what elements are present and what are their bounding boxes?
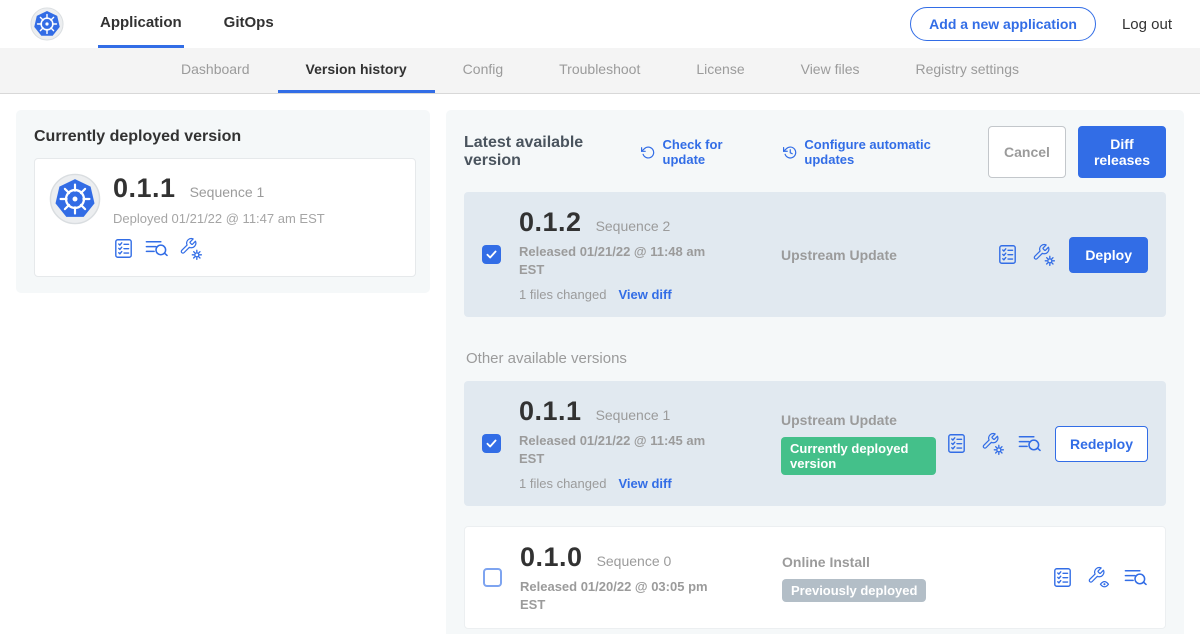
add-new-application-button[interactable]: Add a new application: [910, 7, 1096, 41]
files-changed-label: 1 files changed: [519, 476, 606, 491]
view-config-wrench-eye-icon[interactable]: [1087, 566, 1110, 589]
version-row-0-1-2: 0.1.2 Sequence 2 Released 01/21/22 @ 11:…: [464, 192, 1166, 317]
tab-license[interactable]: License: [668, 48, 772, 93]
latest-version-title: Latest available version: [464, 134, 619, 170]
released-timestamp: Released 01/21/22 @ 11:45 am EST: [519, 432, 711, 467]
preflight-results-icon[interactable]: [1018, 432, 1041, 455]
logout-link[interactable]: Log out: [1122, 16, 1172, 33]
version-actions: [1042, 566, 1147, 589]
kubernetes-app-icon: [49, 173, 101, 225]
view-diff-link[interactable]: View diff: [618, 476, 671, 491]
checkmark-icon: [485, 248, 498, 261]
previously-deployed-badge: Previously deployed: [782, 579, 926, 602]
kubernetes-logo-icon: [30, 7, 64, 41]
released-timestamp: Released 01/20/22 @ 03:05 pm EST: [520, 578, 712, 613]
tab-version-history[interactable]: Version history: [278, 48, 435, 93]
deployed-version-card: 0.1.1 Sequence 1 Deployed 01/21/22 @ 11:…: [34, 158, 416, 277]
files-changed-label: 1 files changed: [519, 287, 606, 302]
diff-releases-button[interactable]: Diff releases: [1078, 126, 1166, 178]
top-nav-spacer: [314, 0, 910, 48]
source-label: Upstream Update: [781, 412, 936, 428]
top-nav: Application GitOps Add a new application…: [0, 0, 1200, 48]
released-timestamp: Released 01/21/22 @ 11:48 am EST: [519, 243, 711, 278]
version-0-1-0-checkbox[interactable]: [483, 568, 502, 587]
deployed-timestamp: Deployed 01/21/22 @ 11:47 am EST: [113, 211, 325, 226]
check-for-update-link[interactable]: Check for update: [641, 137, 753, 167]
sequence-label: Sequence 0: [597, 553, 672, 569]
refresh-icon: [641, 144, 655, 161]
version-info: 0.1.0 Sequence 0 Released 01/20/22 @ 03:…: [520, 542, 728, 613]
redeploy-button[interactable]: Redeploy: [1055, 426, 1148, 462]
sub-nav: Dashboard Version history Config Trouble…: [0, 48, 1200, 94]
tab-registry-settings[interactable]: Registry settings: [888, 48, 1047, 93]
release-notes-icon[interactable]: [946, 433, 967, 454]
source-label: Online Install: [782, 554, 1042, 570]
other-versions-title: Other available versions: [466, 350, 1166, 367]
latest-version-header: Latest available version Check for updat…: [464, 126, 1166, 178]
tab-config[interactable]: Config: [435, 48, 531, 93]
tab-troubleshoot[interactable]: Troubleshoot: [531, 48, 668, 93]
deployed-version-number: 0.1.1: [113, 173, 176, 204]
deploy-button[interactable]: Deploy: [1069, 237, 1148, 273]
version-actions: Deploy: [987, 237, 1148, 273]
source-label: Upstream Update: [781, 247, 987, 263]
preflight-results-icon[interactable]: [145, 237, 168, 260]
sequence-label: Sequence 2: [596, 218, 671, 234]
currently-deployed-title: Currently deployed version: [34, 128, 416, 146]
cancel-button[interactable]: Cancel: [988, 126, 1066, 178]
version-info: 0.1.2 Sequence 2 Released 01/21/22 @ 11:…: [519, 207, 727, 302]
config-wrench-gear-icon[interactable]: [1032, 243, 1055, 266]
release-notes-icon[interactable]: [113, 238, 134, 259]
version-info: 0.1.1 Sequence 1 Released 01/21/22 @ 11:…: [519, 396, 727, 491]
clock-refresh-icon: [783, 144, 798, 161]
top-tab-application[interactable]: Application: [98, 0, 184, 48]
config-wrench-gear-icon[interactable]: [179, 237, 202, 260]
version-number: 0.1.1: [519, 396, 582, 427]
version-0-1-2-checkbox[interactable]: [482, 245, 501, 264]
config-wrench-gear-icon[interactable]: [981, 432, 1004, 455]
configure-automatic-updates-link[interactable]: Configure automatic updates: [783, 137, 958, 167]
currently-deployed-badge: Currently deployed version: [781, 437, 936, 475]
version-source: Online Install Previously deployed: [728, 554, 1042, 602]
tab-dashboard[interactable]: Dashboard: [153, 48, 278, 93]
main-content: Currently deployed version 0.1.1 Sequenc…: [0, 94, 1200, 634]
version-source: Upstream Update Currently deployed versi…: [727, 412, 936, 475]
release-notes-icon[interactable]: [1052, 567, 1073, 588]
version-row-0-1-0: 0.1.0 Sequence 0 Released 01/20/22 @ 03:…: [464, 526, 1166, 629]
version-source: Upstream Update: [727, 247, 987, 263]
version-row-0-1-1: 0.1.1 Sequence 1 Released 01/21/22 @ 11:…: [464, 381, 1166, 506]
version-number: 0.1.0: [520, 542, 583, 573]
version-0-1-1-checkbox[interactable]: [482, 434, 501, 453]
release-notes-icon[interactable]: [997, 244, 1018, 265]
tab-view-files[interactable]: View files: [773, 48, 888, 93]
preflight-results-icon[interactable]: [1124, 566, 1147, 589]
app-logo: [30, 0, 64, 48]
top-tab-gitops[interactable]: GitOps: [222, 0, 276, 48]
sequence-label: Sequence 1: [596, 407, 671, 423]
currently-deployed-panel: Currently deployed version 0.1.1 Sequenc…: [16, 110, 430, 293]
checkmark-icon: [485, 437, 498, 450]
version-actions: Redeploy: [936, 426, 1148, 462]
view-diff-link[interactable]: View diff: [618, 287, 671, 302]
deployed-version-details: 0.1.1 Sequence 1 Deployed 01/21/22 @ 11:…: [113, 173, 325, 260]
version-history-panel: Latest available version Check for updat…: [446, 110, 1184, 634]
version-number: 0.1.2: [519, 207, 582, 238]
deployed-sequence-label: Sequence 1: [190, 184, 265, 200]
